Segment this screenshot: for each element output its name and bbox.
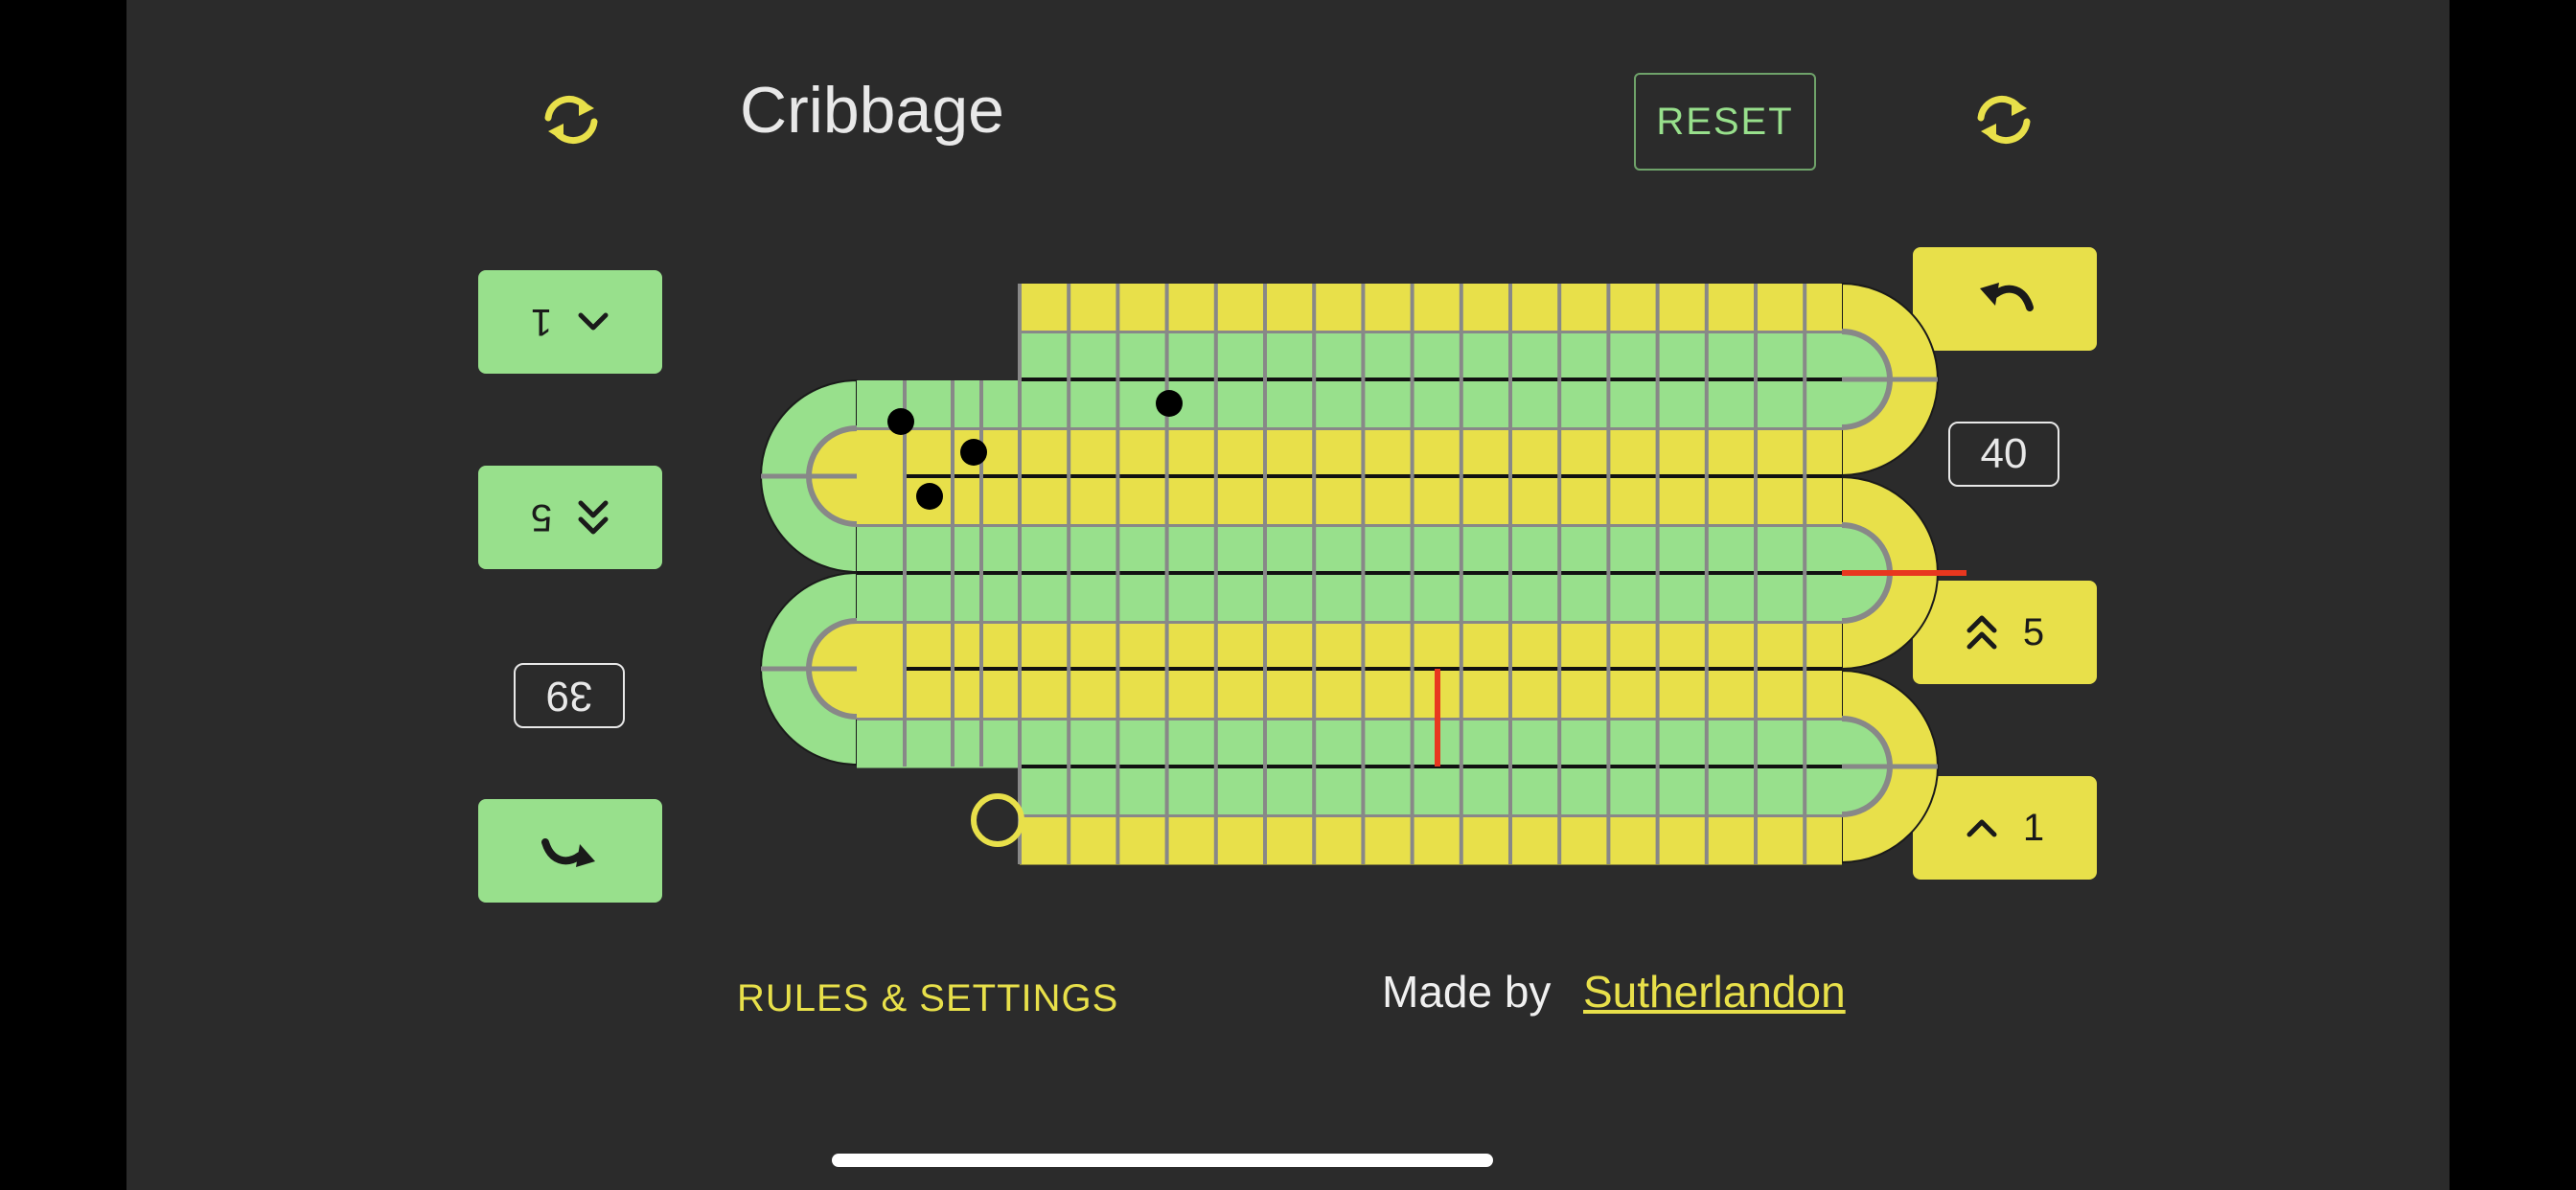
rules-settings-link[interactable]: RULES & SETTINGS [737,977,1118,1020]
board-lane [857,428,1842,478]
swap-players-icon[interactable] [1971,91,2036,149]
reset-button[interactable]: RESET [1634,73,1816,171]
made-by-label: Made by [1382,967,1552,1017]
board-lane [857,525,1842,575]
board-lane [857,574,1842,623]
start-hole[interactable] [971,793,1024,847]
board-lane [857,719,1842,768]
right-add-one-label: 1 [2022,806,2045,849]
left-score: 39 [514,663,625,728]
peg[interactable] [887,408,914,435]
peg[interactable] [960,439,987,466]
board-lane [1020,815,1842,865]
left-add-five-button[interactable]: 5 [478,466,662,569]
app-screen: Cribbage RESET 1 5 39 40 5 1 RULES & SET… [126,0,2450,1190]
board-lane [857,622,1842,672]
peg[interactable] [916,483,943,510]
board-lane [1020,284,1842,332]
peg[interactable] [1156,390,1183,417]
left-add-one-button[interactable]: 1 [478,270,662,374]
undo-icon [541,838,595,867]
left-undo-button[interactable] [478,799,662,903]
left-add-one-label: 1 [530,301,553,344]
board-lane [857,380,1842,429]
page-title: Cribbage [740,74,1004,147]
board-lane [1020,332,1842,381]
author-link[interactable]: Sutherlandon [1583,966,1846,1018]
right-add-five-label: 5 [2022,610,2045,653]
double-chevron-up-icon [578,500,609,535]
undo-icon [1980,283,2034,311]
home-indicator[interactable] [832,1154,1493,1167]
board-lane [1020,767,1842,816]
board-lane [857,671,1842,720]
board-lane [857,477,1842,526]
swap-players-icon[interactable] [539,91,604,149]
cribbage-board[interactable] [730,268,1976,881]
chevron-up-icon [578,312,609,331]
left-add-five-label: 5 [530,496,553,539]
